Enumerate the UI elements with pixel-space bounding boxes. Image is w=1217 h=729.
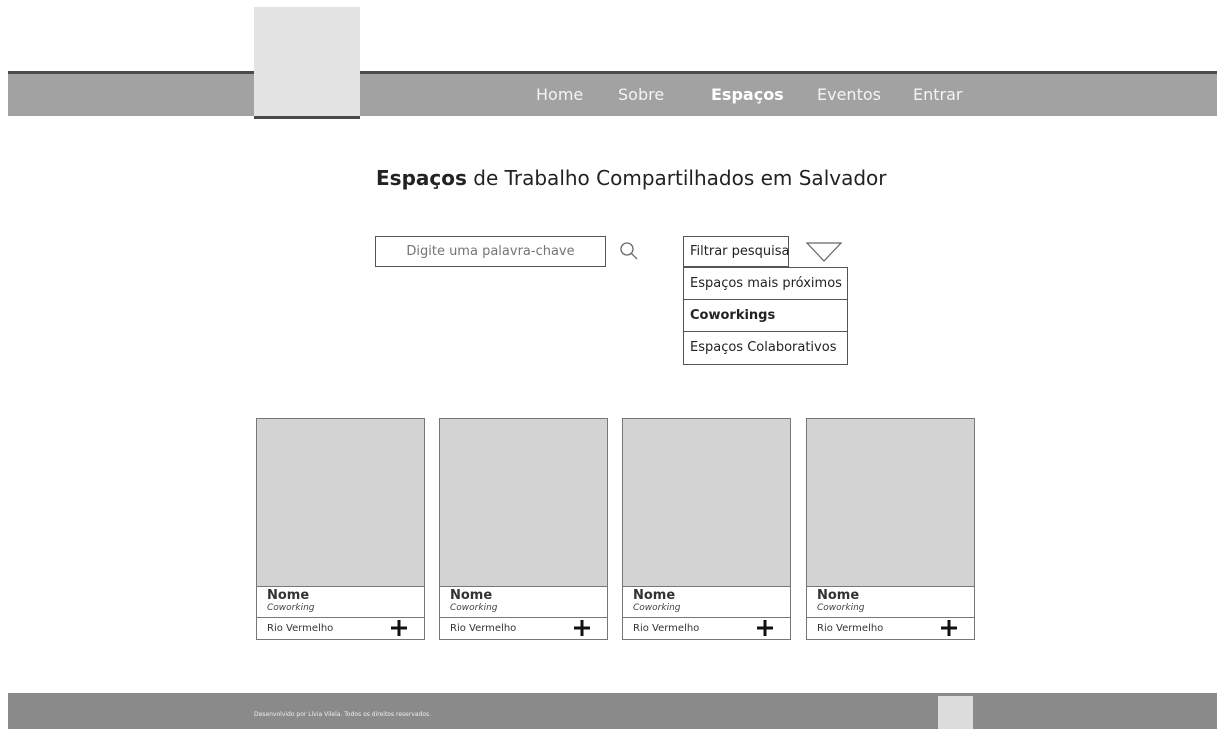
footer-bar (8, 693, 1217, 729)
card-type: Coworking (267, 603, 315, 613)
page-title: Espaços de Trabalho Compartilhados em Sa… (376, 166, 887, 190)
chevron-down-icon[interactable] (806, 241, 842, 263)
space-card[interactable]: Nome Coworking Rio Vermelho (622, 418, 791, 640)
dropdown-item-coworkings[interactable]: Coworkings (684, 300, 847, 332)
footer-text: Desenvolvido por Lívia Vilela. Todos os … (254, 711, 432, 718)
filter-select[interactable]: Filtrar pesquisa (683, 236, 790, 267)
dropdown-item-proximos[interactable]: Espaços mais próximos (684, 268, 847, 300)
logo-placeholder[interactable] (254, 7, 360, 119)
card-location: Rio Vermelho (267, 623, 334, 634)
plus-icon[interactable] (573, 619, 591, 637)
card-type: Coworking (633, 603, 681, 613)
card-name: Nome (817, 588, 860, 603)
plus-icon[interactable] (940, 619, 958, 637)
card-location: Rio Vermelho (817, 623, 884, 634)
card-name: Nome (267, 588, 310, 603)
header-bar (8, 71, 1217, 116)
card-divider (440, 617, 607, 618)
nav-eventos[interactable]: Eventos (817, 85, 881, 104)
card-image (623, 419, 790, 587)
filter-dropdown: Espaços mais próximos Coworkings Espaços… (683, 267, 848, 365)
card-divider (623, 617, 790, 618)
card-image (440, 419, 607, 587)
nav-sobre[interactable]: Sobre (618, 85, 664, 104)
plus-icon[interactable] (390, 619, 408, 637)
page-title-rest: de Trabalho Compartilhados em Salvador (466, 166, 887, 190)
card-divider (257, 617, 424, 618)
card-type: Coworking (450, 603, 498, 613)
nav-home[interactable]: Home (536, 85, 583, 104)
footer-logo-placeholder (938, 696, 973, 729)
card-image (257, 419, 424, 587)
page-title-bold: Espaços (376, 166, 467, 190)
search-icon[interactable] (619, 241, 639, 261)
nav-espacos[interactable]: Espaços (711, 85, 784, 104)
space-card[interactable]: Nome Coworking Rio Vermelho (439, 418, 608, 640)
card-name: Nome (450, 588, 493, 603)
space-card[interactable]: Nome Coworking Rio Vermelho (256, 418, 425, 640)
card-name: Nome (633, 588, 676, 603)
card-location: Rio Vermelho (450, 623, 517, 634)
card-image (807, 419, 974, 587)
dropdown-item-colaborativos[interactable]: Espaços Colaborativos (684, 332, 847, 364)
card-type: Coworking (817, 603, 865, 613)
space-card[interactable]: Nome Coworking Rio Vermelho (806, 418, 975, 640)
search-input[interactable] (375, 236, 606, 267)
plus-icon[interactable] (756, 619, 774, 637)
card-location: Rio Vermelho (633, 623, 700, 634)
nav-entrar[interactable]: Entrar (913, 85, 962, 104)
card-divider (807, 617, 974, 618)
